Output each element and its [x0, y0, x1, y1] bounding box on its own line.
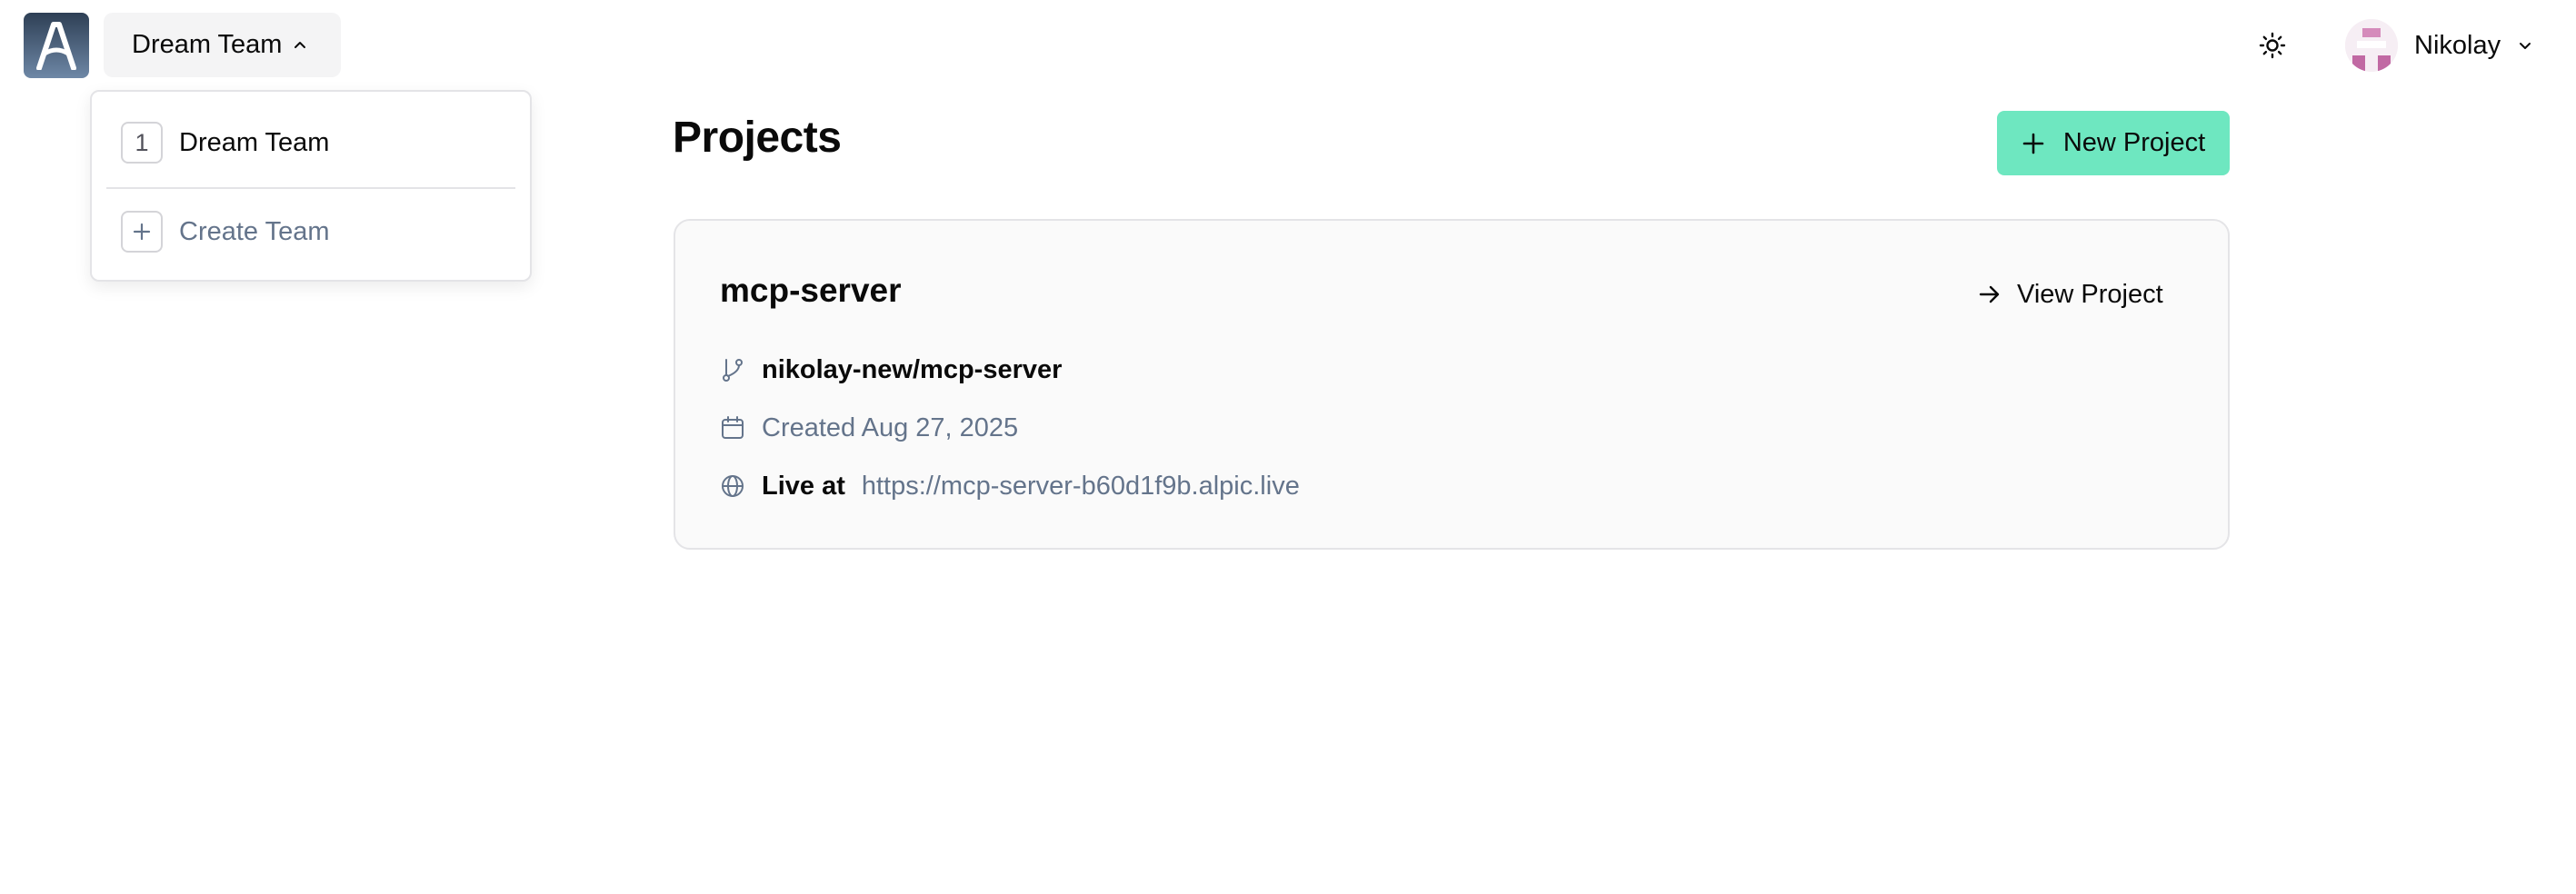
team-dropdown-menu: 1 Dream Team Create Team [90, 90, 532, 282]
chevron-down-icon [2520, 43, 2531, 49]
calendar-icon [722, 416, 744, 439]
page-title: Projects [673, 114, 842, 162]
identicon-icon [2345, 19, 2398, 72]
chevron-up-icon [295, 41, 306, 48]
project-name: mcp-server [720, 272, 902, 309]
team-menu-item-label: Dream Team [179, 127, 330, 157]
team-badge: 1 [121, 122, 163, 164]
project-card: mcp-server View Project nikolay-new/mcp-… [674, 219, 2230, 550]
arrow-right-icon [1979, 285, 2000, 303]
user-menu-button[interactable]: Nikolay [2345, 16, 2533, 74]
view-project-link[interactable]: View Project [1977, 272, 2163, 317]
live-label: Live at [762, 471, 845, 501]
live-row: Live at https://mcp-server-b60d1f9b.alpi… [720, 468, 1300, 504]
repo-row: nikolay-new/mcp-server [720, 352, 1062, 388]
team-menu-item[interactable]: 1 Dream Team [92, 115, 530, 170]
create-team-label: Create Team [179, 216, 330, 246]
create-team-menu-item[interactable]: Create Team [92, 204, 530, 259]
app-logo[interactable] [24, 13, 89, 78]
team-switcher-button[interactable]: Dream Team [104, 13, 341, 77]
theme-toggle-button[interactable] [2252, 25, 2292, 65]
alpic-logo-icon [36, 22, 76, 70]
team-switcher-label: Dream Team [132, 30, 283, 59]
repo-name: nikolay-new/mcp-server [762, 354, 1063, 384]
live-url-link[interactable]: https://mcp-server-b60d1f9b.alpic.live [862, 472, 1300, 502]
plus-icon [121, 211, 163, 253]
created-row: Created Aug 27, 2025 [720, 410, 1018, 446]
dropdown-divider [106, 187, 515, 189]
new-project-button[interactable]: New Project [1997, 111, 2230, 175]
view-project-label: View Project [2017, 279, 2163, 309]
plus-icon [2022, 133, 2044, 154]
git-branch-icon [723, 359, 743, 382]
new-project-label: New Project [2062, 128, 2206, 157]
user-name: Nikolay [2414, 30, 2501, 60]
globe-icon [722, 475, 744, 497]
created-date: Created Aug 27, 2025 [762, 412, 1019, 442]
sun-icon [2259, 32, 2286, 59]
avatar [2345, 19, 2398, 72]
